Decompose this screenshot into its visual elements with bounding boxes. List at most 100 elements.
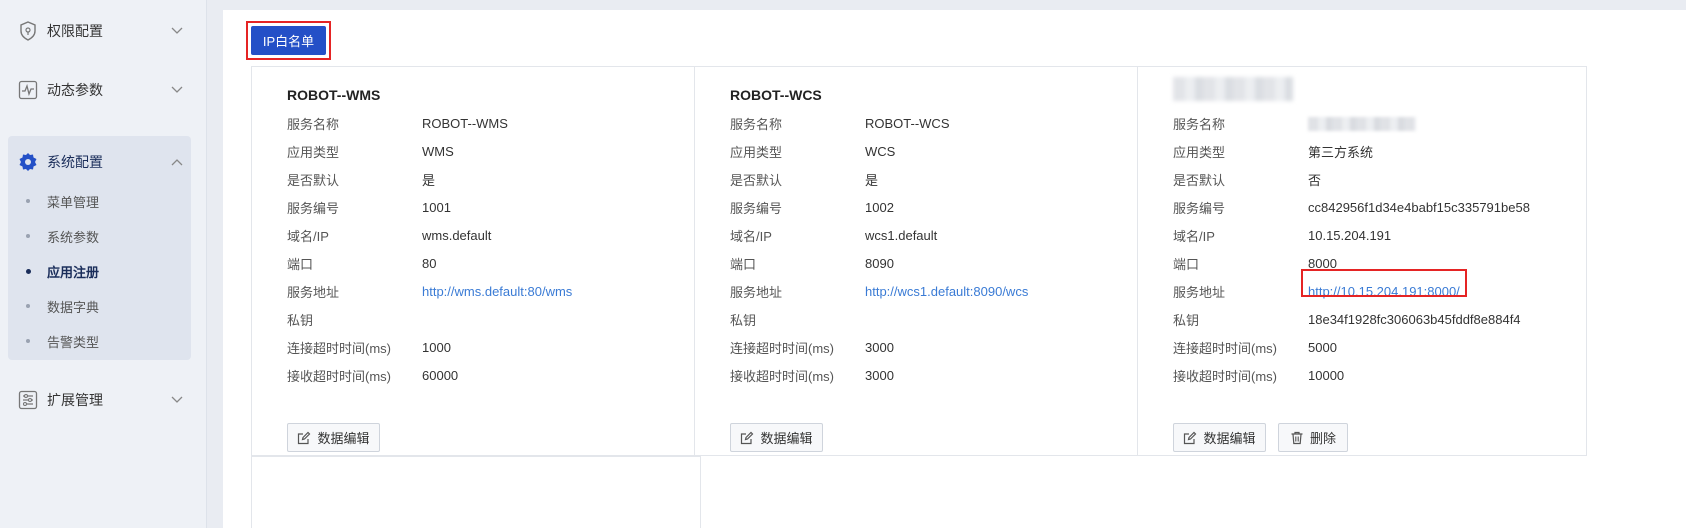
field-value: 8090 — [865, 255, 894, 271]
field-value: 60000 — [422, 367, 459, 383]
field-row: 连接超时时间(ms) 1000 — [287, 337, 687, 357]
sidebar-item-alarm-types[interactable]: 告警类型 — [0, 325, 207, 357]
field-value: wms.default — [422, 227, 492, 243]
field-label: 私钥 — [287, 312, 314, 328]
sidebar-group-label: 动态参数 — [47, 82, 103, 98]
sliders-icon — [18, 390, 38, 410]
sidebar-group-system-config[interactable]: 系统配置 — [0, 134, 207, 190]
bullet-icon — [26, 339, 30, 343]
service-url-link[interactable]: http://10.15.204.191:8000/ — [1308, 284, 1460, 299]
field-label: 域名/IP — [287, 228, 329, 244]
edit-data-button[interactable]: 数据编辑 — [287, 423, 380, 452]
edit-icon — [740, 431, 754, 445]
field-value: WCS — [865, 143, 896, 159]
field-row: 应用类型 第三方系统 — [1173, 141, 1573, 161]
service-url-link[interactable]: http://wms.default:80/wms — [422, 284, 572, 299]
field-label: 服务名称 — [1173, 116, 1226, 132]
field-value: 10000 — [1308, 367, 1345, 383]
field-value: 18e34f1928fc306063b45fddf8e884f4 — [1308, 311, 1521, 327]
field-row: 私钥 — [730, 309, 1130, 329]
field-value: 80 — [422, 255, 437, 271]
field-label: 接收超时时间(ms) — [1173, 368, 1277, 384]
field-row: 服务地址 http://10.15.204.191:8000/ — [1173, 281, 1573, 301]
sidebar-group-label: 系统配置 — [47, 154, 103, 170]
field-label: 服务编号 — [1173, 200, 1226, 216]
field-value: 8000 — [1308, 255, 1337, 271]
button-label: 数据编辑 — [1203, 431, 1256, 446]
field-label: 服务地址 — [1173, 284, 1226, 300]
redacted-title — [1173, 77, 1293, 101]
field-value: 3000 — [865, 367, 894, 383]
sidebar-item-label: 系统参数 — [47, 229, 100, 245]
field-label: 端口 — [1173, 256, 1200, 272]
field-row: 私钥 18e34f1928fc306063b45fddf8e884f4 — [1173, 309, 1573, 329]
edit-icon — [297, 431, 311, 445]
field-label: 是否默认 — [730, 172, 783, 188]
field-row: 应用类型 WMS — [287, 141, 687, 161]
field-label: 域名/IP — [1173, 228, 1215, 244]
field-label: 应用类型 — [1173, 144, 1226, 160]
field-row: 服务名称 — [1173, 113, 1573, 133]
sidebar-item-system-params[interactable]: 系统参数 — [0, 220, 207, 252]
bullet-icon — [26, 304, 30, 308]
field-label: 端口 — [730, 256, 757, 272]
field-label: 端口 — [287, 256, 314, 272]
edit-data-button[interactable]: 数据编辑 — [730, 423, 823, 452]
field-row: 是否默认 是 — [287, 169, 687, 189]
pulse-icon — [18, 80, 38, 100]
chevron-down-icon — [170, 24, 184, 38]
sidebar-group-label: 权限配置 — [47, 23, 103, 39]
card-title: ROBOT--WCS — [730, 87, 822, 103]
field-label: 服务地址 — [287, 284, 340, 300]
service-url-link[interactable]: http://wcs1.default:8090/wcs — [865, 284, 1028, 299]
field-row: 服务地址 http://wcs1.default:8090/wcs — [730, 281, 1130, 301]
field-row: 服务地址 http://wms.default:80/wms — [287, 281, 687, 301]
field-row: 服务编号 cc842956f1d34e4babf15c335791be58 — [1173, 197, 1573, 217]
field-label: 服务编号 — [287, 200, 340, 216]
field-label: 连接超时时间(ms) — [287, 340, 391, 356]
sidebar-group-permissions[interactable]: 权限配置 — [0, 3, 207, 59]
edit-data-button[interactable]: 数据编辑 — [1173, 423, 1266, 452]
sidebar-group-dynamic-params[interactable]: 动态参数 — [0, 62, 207, 118]
field-row: 是否默认 否 — [1173, 169, 1573, 189]
field-label: 应用类型 — [730, 144, 783, 160]
field-row: 接收超时时间(ms) 3000 — [730, 365, 1130, 385]
sidebar-item-menu-management[interactable]: 菜单管理 — [0, 185, 207, 217]
field-label: 应用类型 — [287, 144, 340, 160]
sidebar-group-label: 扩展管理 — [47, 392, 103, 408]
field-value: 1001 — [422, 199, 451, 215]
shield-icon — [18, 21, 38, 41]
chevron-up-icon — [170, 155, 184, 169]
field-label: 接收超时时间(ms) — [287, 368, 391, 384]
sidebar-item-data-dictionary[interactable]: 数据字典 — [0, 290, 207, 322]
field-value: 1000 — [422, 339, 451, 355]
field-label: 服务地址 — [730, 284, 783, 300]
sidebar-item-label: 应用注册 — [47, 264, 100, 280]
field-label: 服务名称 — [287, 116, 340, 132]
field-row: 服务名称 ROBOT--WMS — [287, 113, 687, 133]
sidebar-item-label: 菜单管理 — [47, 194, 100, 210]
card-title: ROBOT--WMS — [287, 87, 381, 103]
button-label: 数据编辑 — [760, 431, 813, 446]
field-row: 服务名称 ROBOT--WCS — [730, 113, 1130, 133]
ip-whitelist-button[interactable]: IP白名单 — [251, 26, 326, 55]
field-value: ROBOT--WCS — [865, 115, 950, 131]
field-label: 接收超时时间(ms) — [730, 368, 834, 384]
sidebar-item-app-registration[interactable]: 应用注册 — [0, 255, 207, 287]
redacted-value — [1308, 115, 1416, 131]
sidebar: 权限配置 动态参数 系统配置 菜单管理 系统参数 应用注册 数据字典 告警类型 — [0, 0, 207, 528]
delete-button[interactable]: 删除 — [1278, 423, 1348, 452]
field-value: cc842956f1d34e4babf15c335791be58 — [1308, 199, 1530, 215]
field-row: 是否默认 是 — [730, 169, 1130, 189]
sidebar-item-label: 告警类型 — [47, 334, 100, 350]
field-row: 端口 8090 — [730, 253, 1130, 273]
field-row: 私钥 — [287, 309, 687, 329]
field-value: ROBOT--WMS — [422, 115, 508, 131]
field-value: 第三方系统 — [1308, 144, 1374, 160]
field-row: 端口 8000 — [1173, 253, 1573, 273]
field-label: 是否默认 — [1173, 172, 1226, 188]
sidebar-group-extension-management[interactable]: 扩展管理 — [0, 372, 207, 428]
field-row: 连接超时时间(ms) 5000 — [1173, 337, 1573, 357]
field-value: 1002 — [865, 199, 894, 215]
field-row: 域名/IP 10.15.204.191 — [1173, 225, 1573, 245]
